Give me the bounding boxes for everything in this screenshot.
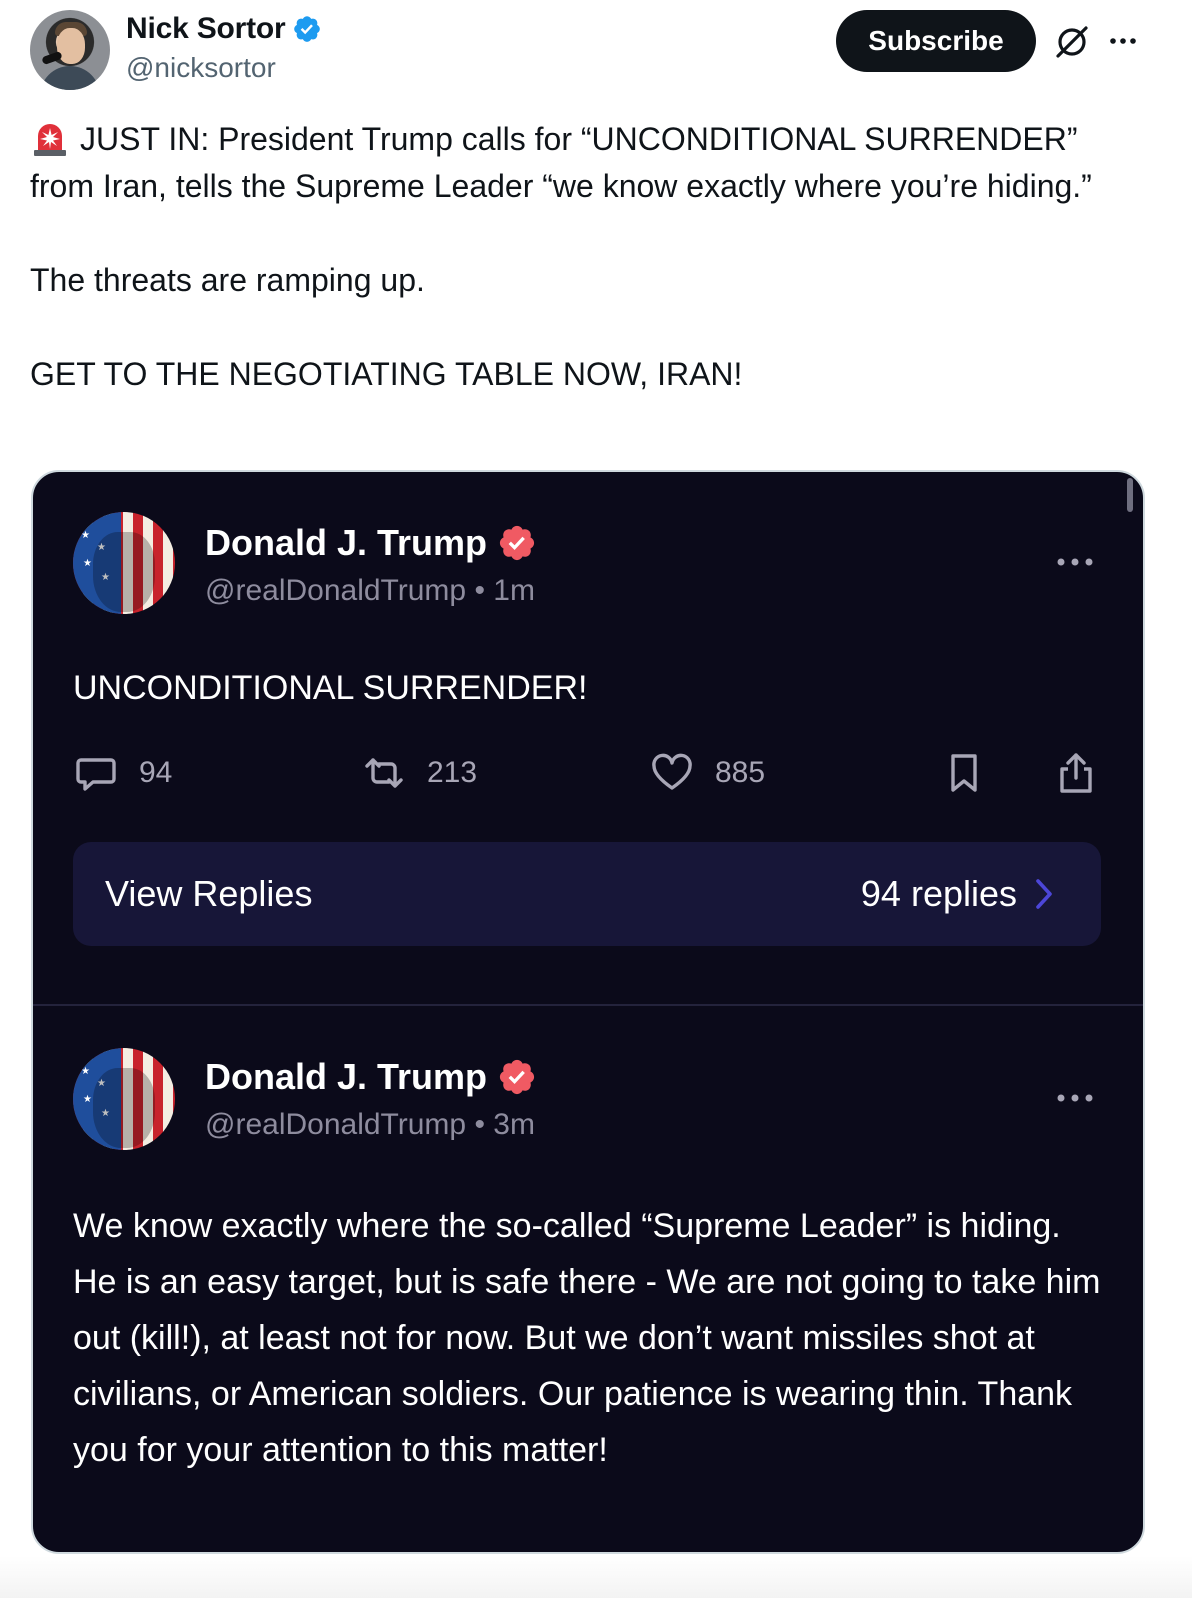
post-handle[interactable]: @realDonaldTrump [205,574,466,607]
more-icon[interactable] [1053,552,1097,572]
post-divider [33,1004,1143,1006]
post-avatar[interactable]: ★ ★ ★ ★ [73,1048,175,1150]
post-time: 3m [493,1108,535,1141]
like-count: 885 [715,756,766,789]
tweet-line-2: The threats are ramping up. [30,262,425,298]
post-avatar[interactable]: ★ ★ ★ ★ [73,512,175,614]
post-actions: 94 213 885 [73,750,1103,800]
reply-icon [76,758,116,791]
share-action[interactable] [1053,750,1099,796]
page-bottom-fade [0,1556,1192,1598]
post-handle[interactable]: @realDonaldTrump [205,1108,466,1141]
bookmark-action[interactable] [941,750,987,796]
verified-badge-icon [499,525,535,561]
repost-count: 213 [427,756,478,789]
post-author-name-text[interactable]: Donald J. Trump [205,1056,487,1098]
repost-icon [365,758,403,788]
replies-count-row: 94 replies [861,873,1057,915]
siren-emoji [34,124,66,156]
author-name-row: Nick Sortor [126,12,322,46]
reply-action[interactable]: 94 [73,750,172,796]
post-author-name-text[interactable]: Donald J. Trump [205,522,487,564]
tweet-line-3: GET TO THE NEGOTIATING TABLE NOW, IRAN! [30,356,743,392]
author-avatar[interactable] [30,10,110,90]
subscribe-button[interactable]: Subscribe [836,10,1036,72]
separator-dot: • [474,574,494,607]
post-text: We know exactly where the so-called “Sup… [73,1207,1101,1469]
scrollbar[interactable] [1127,478,1133,512]
more-icon[interactable] [1106,24,1140,58]
more-icon[interactable] [1053,1088,1097,1108]
embedded-media-card[interactable]: ★ ★ ★ ★ Donald J. Trump @realDonaldTrump •… [31,470,1145,1554]
repost-action[interactable]: 213 [361,750,477,796]
like-action[interactable]: 885 [649,750,765,796]
post-handle-row: @realDonaldTrump • 1m [205,574,535,608]
author-handle[interactable]: @nicksortor [126,52,276,84]
view-replies-button[interactable]: View Replies 94 replies [73,842,1101,946]
post-text: UNCONDITIONAL SURRENDER! [73,669,588,707]
author-name[interactable]: Nick Sortor [126,12,286,46]
grok-icon[interactable] [1052,22,1092,62]
tweet-header: Nick Sortor @nicksortor Subscribe [0,0,1192,100]
bookmark-icon [951,754,977,792]
post-time: 1m [493,574,535,607]
post-author-name: Donald J. Trump [205,522,537,564]
post-handle-row: @realDonaldTrump • 3m [205,1108,535,1142]
tweet-text: JUST IN: President Trump calls for “UNCO… [30,116,1150,398]
verified-badge-icon [499,1059,535,1095]
view-replies-label: View Replies [105,873,313,914]
heart-icon [652,753,692,790]
tweet-line-1: JUST IN: President Trump calls for “UNCO… [30,121,1092,204]
reply-count: 94 [139,756,173,789]
separator-dot: • [474,1108,494,1141]
share-icon [1060,753,1092,793]
post-author-name: Donald J. Trump [205,1056,537,1098]
replies-count-label: 94 replies [860,873,1017,914]
verified-badge-icon [293,16,320,42]
chevron-right-icon [1036,879,1052,909]
